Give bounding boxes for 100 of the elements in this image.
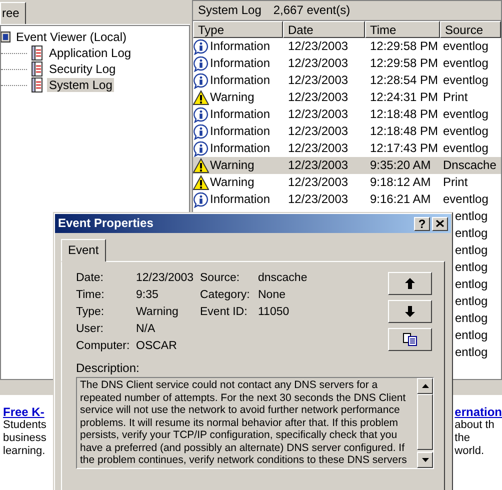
table-cell-text: entlog: [454, 243, 488, 258]
table-row[interactable]: Information 12/23/2003 12:18:48 PM eventlog: [193, 123, 501, 140]
warning-icon: [193, 90, 209, 106]
field-label: Computer:: [76, 340, 131, 354]
table-cell-text: entlog: [454, 328, 488, 343]
help-button[interactable]: ?: [414, 216, 430, 230]
next-button[interactable]: [388, 300, 432, 323]
table-cell-text: eventlog: [442, 141, 488, 156]
table-row[interactable]: Information 12/23/2003 12:28:54 PM eventlog: [193, 72, 501, 89]
table-row[interactable]: Warning 12/23/2003 9:18:12 AM Print: [193, 174, 501, 191]
column-header[interactable]: Source: [440, 21, 501, 38]
field-value: None: [258, 289, 286, 303]
column-header[interactable]: Type: [193, 21, 283, 38]
table-cell-text: 12/23/2003: [287, 90, 350, 105]
table-cell-text: eventlog: [442, 39, 488, 54]
table-cell-text: entlog: [454, 294, 488, 309]
table-cell-text: 12/23/2003: [287, 39, 350, 54]
event-count: 2,667 event(s): [273, 3, 350, 18]
table-row[interactable]: Information 12/23/2003 12:29:58 PM eventlog: [193, 55, 501, 72]
table-cell-text: 12:17:43 PM: [369, 141, 440, 156]
field-label: Time:: [76, 289, 106, 303]
tree-item[interactable]: System Log: [47, 78, 114, 92]
table-cell-text: entlog: [454, 209, 488, 224]
table-cell-text: 12:29:58 PM: [369, 39, 440, 54]
table-cell-text: entlog: [454, 311, 488, 326]
field-value: OSCAR: [136, 340, 178, 354]
log-book-icon: [30, 45, 44, 61]
tree-tab[interactable]: ree: [0, 2, 26, 24]
table-row[interactable]: Warning 12/23/2003 9:35:20 AM Dnscache: [193, 157, 501, 174]
table-cell-text: 12:28:54 PM: [369, 73, 440, 88]
table-cell-text: 12/23/2003: [287, 56, 350, 71]
table-row[interactable]: Information 12/23/2003 9:16:21 AM eventlog: [193, 191, 501, 208]
table-cell: Information: [210, 124, 270, 139]
warning-icon: [193, 158, 209, 174]
log-book-icon: [30, 61, 44, 77]
text-line: learning.: [3, 445, 46, 458]
field-value: Warning: [136, 306, 180, 320]
table-row[interactable]: Information 12/23/2003 12:17:43 PM eventlog: [193, 140, 501, 157]
field-value: N/A: [136, 323, 156, 337]
table-cell-text: 9:35:20 AM: [369, 158, 432, 173]
table-row[interactable]: Warning 12/23/2003 12:24:31 PM Print: [193, 89, 501, 106]
table-cell-text: 9:18:12 AM: [369, 175, 432, 190]
computer-icon: [1, 30, 11, 44]
table-cell: Information: [210, 141, 270, 156]
link[interactable]: ernation: [454, 405, 502, 420]
tree-item[interactable]: Event Viewer (Local): [14, 30, 128, 44]
copy-button[interactable]: [388, 328, 432, 351]
tree-item[interactable]: Application Log: [47, 46, 134, 60]
field-value: 12/23/2003: [136, 272, 195, 286]
table-cell-text: 12/23/2003: [287, 175, 350, 190]
log-book-icon: [30, 77, 44, 93]
table-cell-text: Print: [442, 90, 468, 105]
copy-icon: [403, 333, 417, 346]
table-cell: Warning: [210, 90, 254, 105]
column-header[interactable]: Date: [283, 21, 365, 38]
field-label: Source:: [200, 272, 241, 286]
table-cell-text: entlog: [454, 226, 488, 241]
table-cell-text: Dnscache: [442, 158, 496, 173]
table-cell-text: eventlog: [442, 107, 488, 122]
field-value: dnscache: [258, 272, 308, 286]
link[interactable]: Free K-: [3, 405, 46, 420]
text-line: world.: [454, 445, 485, 458]
close-button[interactable]: [432, 216, 448, 230]
table-cell: Warning: [210, 175, 254, 190]
text-line: Students: [3, 419, 46, 432]
field-label: User:: [76, 323, 104, 337]
table-row[interactable]: Information 12/23/2003 12:18:48 PM eventlog: [193, 106, 501, 123]
previous-button[interactable]: [388, 272, 432, 295]
field-label: Date:: [76, 272, 104, 286]
table-cell-text: 9:16:21 AM: [369, 192, 432, 207]
table-cell: Warning: [210, 158, 254, 173]
table-cell-text: entlog: [454, 260, 488, 275]
panel-title: System Log: [198, 3, 262, 18]
up-arrow-icon: [405, 278, 415, 289]
table-cell: Information: [210, 192, 270, 207]
table-row[interactable]: Information 12/23/2003 12:29:58 PM eventlog: [193, 38, 501, 55]
table-cell: Information: [210, 107, 270, 122]
field-label: Type:: [76, 306, 106, 320]
text-line: business: [3, 432, 46, 446]
tab[interactable]: Event: [61, 238, 106, 262]
down-arrow-icon: [405, 306, 415, 317]
table-cell: Information: [210, 39, 270, 54]
table-cell-text: 12:29:58 PM: [369, 56, 440, 71]
table-cell-text: 12:18:48 PM: [369, 124, 440, 139]
scrollbar[interactable]: [417, 378, 433, 468]
text-line: about th: [454, 419, 496, 432]
up-arrow-icon: [422, 384, 428, 388]
window-title: Event Properties: [58, 216, 154, 231]
table-cell-text: entlog: [454, 345, 488, 360]
table-cell-text: 12/23/2003: [287, 107, 350, 122]
tree-item[interactable]: Security Log: [47, 62, 118, 76]
column-header[interactable]: Time: [365, 21, 440, 38]
table-cell-text: Print: [442, 175, 468, 190]
text-line: the: [454, 432, 471, 446]
table-cell-text: 12:18:48 PM: [369, 107, 440, 122]
table-cell-text: 12/23/2003: [287, 158, 350, 173]
table-cell-text: 12/23/2003: [287, 192, 350, 207]
table-cell-text: eventlog: [442, 124, 488, 139]
field-label: Category:: [200, 289, 251, 303]
table-cell-text: 12/23/2003: [287, 124, 350, 139]
